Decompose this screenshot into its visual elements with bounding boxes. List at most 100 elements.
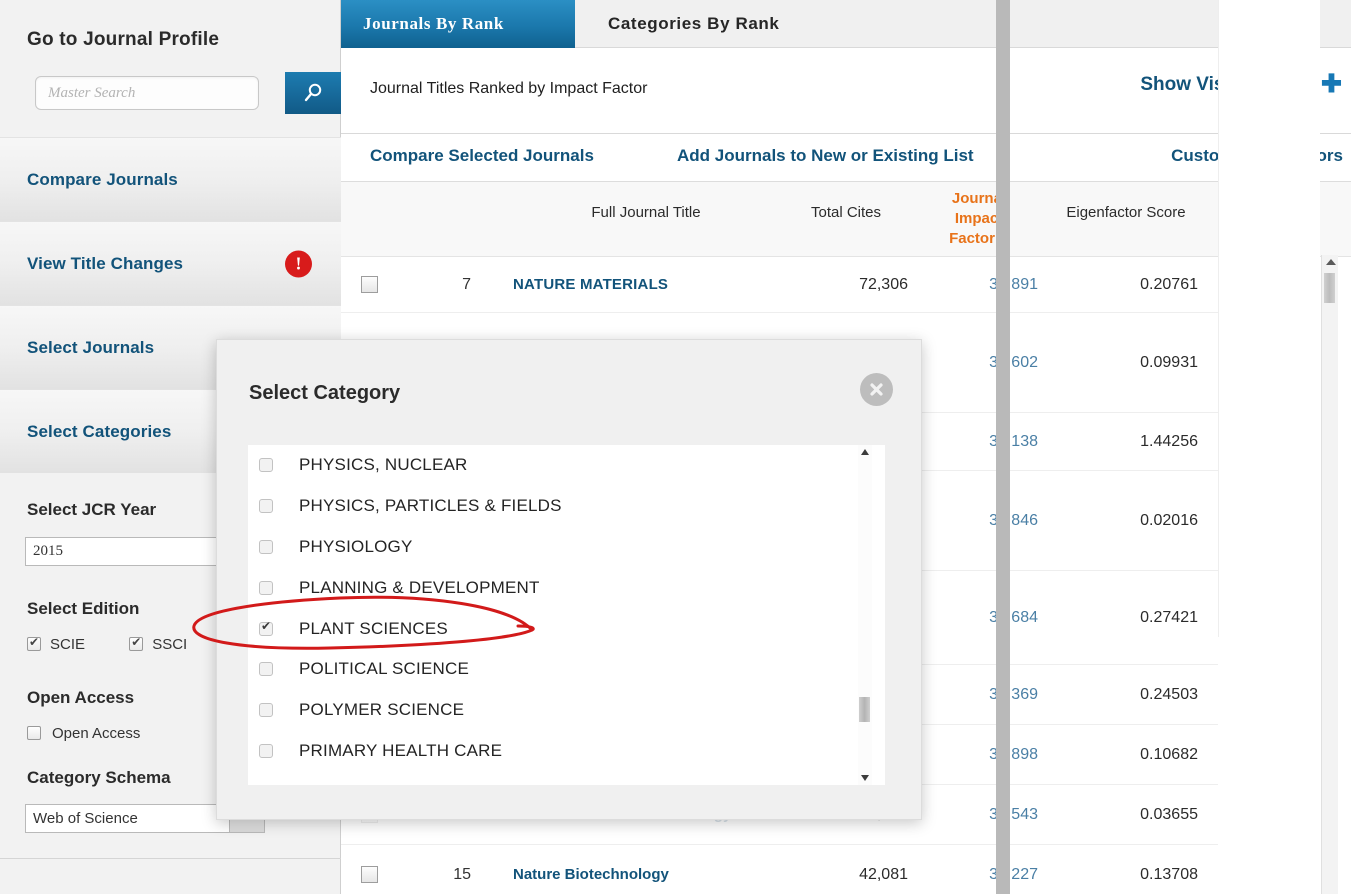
category-checkbox[interactable] (259, 539, 273, 554)
column-header-journal-impact-factor[interactable]: Journal Impact Factor (931, 189, 1027, 249)
checkbox-scie[interactable] (27, 635, 41, 652)
category-label: PHYSICS, NUCLEAR (299, 455, 468, 475)
category-label: PLANT SCIENCES (299, 618, 448, 638)
category-list[interactable]: PHYSICS, NUCLEAR PHYSICS, PARTICLES & FIE… (248, 445, 885, 785)
checkbox-open-access[interactable] (27, 726, 41, 741)
category-checkbox[interactable] (259, 619, 273, 636)
scrollbar-thumb[interactable] (859, 697, 870, 722)
category-checkbox[interactable] (259, 662, 273, 677)
checkbox-ssci[interactable] (129, 635, 144, 652)
search-input[interactable] (35, 76, 259, 110)
row-impact-factor[interactable]: 35.898 (908, 746, 1038, 764)
category-list-item[interactable]: PRIMARY HEALTH CARE (248, 731, 885, 772)
row-checkbox[interactable] (361, 276, 378, 293)
edition-label-ssci: SSCI (152, 635, 188, 653)
jcr-year-heading: Select JCR Year (27, 500, 157, 519)
row-impact-factor[interactable]: 35.227 (908, 866, 1038, 884)
open-access-heading: Open Access (27, 688, 135, 707)
row-eigenfactor: 0.13708 (1140, 865, 1198, 883)
edition-options: SCIE SSCI (27, 635, 227, 653)
category-checkbox[interactable] (259, 580, 273, 595)
row-eigenfactor: 0.24503 (1140, 685, 1198, 703)
category-list-item[interactable]: PLANNING & DEVELOPMENT (248, 567, 885, 608)
row-impact-factor[interactable]: 37.684 (908, 609, 1038, 627)
add-journals-to-list-button[interactable]: Add Journals to New or Existing List (677, 146, 974, 166)
tab-bar: Journals By Rank Categories By Rank (341, 0, 1351, 48)
scroll-up-arrow-icon[interactable] (1326, 259, 1336, 265)
column-header-total-cites[interactable]: Total Cites (781, 204, 911, 221)
category-schema-field[interactable] (25, 804, 265, 833)
row-impact-factor[interactable]: 38.602 (908, 354, 1038, 372)
sub-header: Journal Titles Ranked by Impact Factor S… (341, 48, 1351, 134)
row-eigenfactor: 0.27421 (1140, 608, 1198, 626)
column-header-eigenfactor-score[interactable]: Eigenfactor Score (1031, 204, 1221, 221)
row-journal-title[interactable]: Nature Biotechnology (471, 865, 788, 884)
sidebar-divider (0, 858, 341, 859)
row-impact-factor[interactable]: 37.369 (908, 686, 1038, 704)
sidebar-title: Go to Journal Profile (27, 29, 220, 50)
row-impact-factor[interactable]: 38.891 (908, 276, 1038, 294)
scroll-up-arrow-icon[interactable] (861, 449, 869, 455)
category-checkbox[interactable] (259, 703, 273, 718)
row-eigenfactor: 0.20761 (1140, 275, 1198, 293)
tab-label: Categories By Rank (608, 14, 780, 33)
category-checkbox[interactable] (259, 499, 273, 514)
row-checkbox-cell[interactable] (341, 866, 398, 883)
category-label: PRIMARY HEALTH CARE (299, 740, 503, 760)
table-right-filler (1218, 0, 1320, 637)
category-list-item[interactable]: POLITICAL SCIENCE (248, 649, 885, 690)
row-eigenfactor: 0.02016 (1140, 511, 1198, 529)
category-list-item[interactable]: PLANT SCIENCES (248, 608, 885, 649)
window-edge-strip (996, 0, 1010, 894)
category-schema-input[interactable] (25, 804, 230, 833)
category-list-item[interactable]: PSYCHIATRY (248, 771, 885, 785)
sidebar-item-compare-journals[interactable]: Compare Journals (0, 137, 341, 221)
column-header-full-journal-title[interactable]: Full Journal Title (536, 204, 756, 221)
category-list-item[interactable]: POLYMER SCIENCE (248, 690, 885, 731)
table-row[interactable]: 15 Nature Biotechnology 42,081 35.227 0.1370… (341, 845, 1218, 894)
search-icon (302, 82, 324, 104)
scrollbar-thumb[interactable] (1324, 273, 1335, 303)
sidebar-item-label: View Title Changes (27, 253, 184, 273)
scroll-down-arrow-icon[interactable] (861, 775, 869, 781)
category-checkbox[interactable] (259, 743, 273, 758)
jcr-application-window: Go to Journal Profile Compare Journals V… (0, 0, 1351, 894)
row-impact-factor[interactable]: 37.846 (908, 512, 1038, 530)
tab-journals-by-rank[interactable]: Journals By Rank (341, 0, 575, 48)
sidebar-item-view-title-changes[interactable]: View Title Changes ! (0, 221, 341, 305)
row-impact-factor[interactable]: 35.543 (908, 806, 1038, 824)
category-list-item[interactable]: PHYSICS, NUCLEAR (248, 445, 885, 486)
sidebar-item-label: Select Journals (27, 337, 155, 357)
page-title: Journal Titles Ranked by Impact Factor (370, 80, 648, 97)
plus-icon: ✚ (1321, 70, 1342, 98)
row-journal-title[interactable]: NATURE MATERIALS (471, 275, 788, 294)
search-button[interactable] (285, 72, 341, 114)
table-header: Full Journal Title Total Cites Journal Im… (341, 182, 1351, 257)
category-list-scrollbar[interactable] (858, 445, 872, 785)
row-impact-factor[interactable]: 38.138 (908, 433, 1038, 451)
compare-selected-journals-button[interactable]: Compare Selected Journals (370, 146, 594, 166)
main-scrollbar[interactable] (1321, 255, 1338, 894)
jcr-year-field[interactable] (25, 537, 265, 566)
category-checkbox[interactable] (259, 458, 273, 473)
row-eigenfactor: 0.10682 (1140, 745, 1198, 763)
jcr-year-input[interactable] (25, 537, 230, 566)
table-row[interactable]: 7 NATURE MATERIALS 72,306 38.891 0.20761 (341, 257, 1218, 313)
row-eigenfactor: 1.44256 (1140, 432, 1198, 450)
row-checkbox[interactable] (361, 866, 378, 883)
row-checkbox-cell[interactable] (341, 276, 398, 293)
open-access-label: Open Access (52, 724, 141, 742)
alert-icon: ! (285, 250, 312, 277)
tab-categories-by-rank[interactable]: Categories By Rank (586, 0, 801, 48)
category-list-item[interactable]: PHYSICS, PARTICLES & FIELDS (248, 486, 885, 527)
category-label: POLITICAL SCIENCE (299, 659, 469, 679)
category-label: PSYCHIATRY (299, 782, 408, 785)
category-schema-heading: Category Schema (27, 768, 171, 787)
modal-close-button[interactable] (860, 373, 893, 406)
category-list-item[interactable]: PHYSIOLOGY (248, 527, 885, 568)
row-eigenfactor: 0.03655 (1140, 805, 1198, 823)
category-label: PHYSICS, PARTICLES & FIELDS (299, 496, 562, 516)
tab-label: Journals By Rank (363, 14, 504, 33)
row-rank: 7 (462, 275, 471, 293)
sidebar-item-label: Compare Journals (27, 169, 178, 189)
